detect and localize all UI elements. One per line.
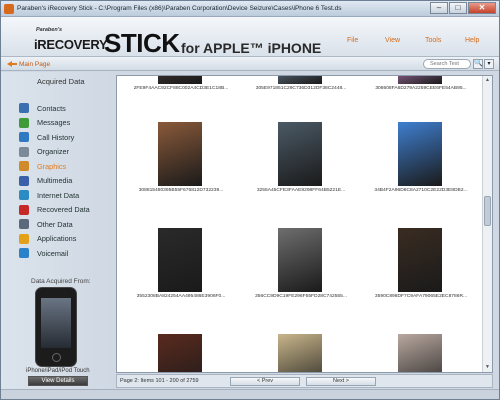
thumbnail-caption: 308815480395B55F676812D732239... [138, 188, 224, 193]
window-title: Paraben's iRecovery Stick - C:\Program F… [17, 5, 342, 12]
search-input[interactable] [423, 59, 471, 69]
sidebar-item-recovered-data[interactable]: Recovered Data [19, 203, 90, 218]
other-data-icon [19, 219, 29, 230]
graphics-icon [19, 161, 29, 172]
view-details-button[interactable]: View Details [28, 376, 88, 386]
page-info: Page 2: Items 101 - 200 of 2759 [120, 378, 199, 384]
sidebar-item-messages[interactable]: Messages [19, 116, 90, 131]
status-bar: Page 2: Items 101 - 200 of 2759 < Prev N… [116, 374, 493, 388]
scroll-up-icon[interactable]: ▲ [483, 76, 492, 85]
menu-file[interactable]: File [347, 37, 358, 44]
call-history-icon [19, 132, 29, 143]
contacts-icon [19, 103, 29, 114]
main-page-button[interactable]: Main Page [7, 59, 50, 69]
menu-help[interactable]: Help [465, 37, 479, 44]
thumbnail-panel: 2FE9F4AAC92CF88C002A4CD3E1C18B... 305E971… [116, 75, 493, 373]
thumbnail-caption: 2FE9F4AAC92CF88C002A4CD3E1C18B... [133, 86, 229, 91]
sidebar-item-graphics[interactable]: Graphics [19, 159, 90, 174]
logo-irecovery: iRECOVERY [34, 37, 108, 52]
acquired-from-label: Data Acquired From: [31, 278, 91, 285]
thumbnail-image[interactable] [158, 122, 202, 186]
search-dropdown-icon[interactable]: ▾ [484, 59, 494, 69]
sidebar-heading: Acquired Data [37, 77, 85, 86]
internet-data-icon [19, 190, 29, 201]
sidebar-item-organizer[interactable]: Organizer [19, 145, 90, 160]
prev-page-button[interactable]: < Prev [230, 377, 300, 386]
thumbnail-caption: 3552308BA824254AA495486E3906F0... [136, 294, 226, 299]
sidebar-item-voicemail[interactable]: Voicemail [19, 246, 90, 261]
multimedia-icon [19, 175, 29, 186]
sidebar-item-label: Internet Data [37, 190, 80, 200]
maximize-button[interactable]: □ [449, 2, 467, 14]
thumbnail-image[interactable] [398, 228, 442, 292]
vertical-scrollbar[interactable]: ▲ ▼ [482, 76, 492, 372]
logo-stick: STICK [104, 28, 180, 58]
main-page-label: Main Page [19, 60, 51, 68]
scroll-down-icon[interactable]: ▼ [483, 363, 492, 372]
sidebar-item-multimedia[interactable]: Multimedia [19, 174, 90, 189]
thumbnail-caption: 3590C898DF7C9AFA79065E2EC8786R... [374, 294, 468, 299]
messages-icon [19, 117, 29, 128]
thumbnail-image[interactable] [278, 334, 322, 372]
sidebar-item-label: Contacts [37, 103, 66, 113]
iphone-device-image [35, 287, 77, 367]
device-home-button [52, 353, 61, 362]
toolbar: Main Page 🔍 ▾ [1, 57, 499, 71]
thumbnail-image[interactable] [158, 228, 202, 292]
sidebar-item-label: Call History [37, 132, 75, 142]
thumbnail-image[interactable] [398, 122, 442, 186]
organizer-icon [19, 146, 29, 157]
thumbnail-image[interactable] [278, 228, 322, 292]
sidebar-nav: Contacts Messages Call History Organizer Gra… [19, 101, 90, 261]
thumbnail-caption: 308608FA6D279A2259CEE6FE54AB95... [375, 86, 467, 91]
recovered-data-icon [19, 204, 29, 215]
sidebar-item-applications[interactable]: Applications [19, 232, 90, 247]
app-header: Paraben's iRECOVERY STICK for APPLE™ iPH… [1, 17, 499, 57]
device-screen [41, 298, 71, 348]
sidebar-item-label: Recovered Data [37, 205, 90, 215]
sidebar-item-label: Messages [37, 118, 71, 128]
logo-brand: Paraben's [36, 27, 63, 33]
sidebar-item-label: Multimedia [37, 176, 73, 186]
back-arrow-icon [7, 60, 17, 68]
thumbnail-image[interactable] [158, 76, 202, 84]
window-controls: – □ ✕ [429, 2, 496, 15]
thumbnail-caption: 34B4F2A96D8C8A2710C2E22D3E8DB2... [374, 188, 468, 193]
device-label: iPhone/iPad/iPod Touch [26, 368, 90, 374]
next-page-button[interactable]: Next > [306, 377, 376, 386]
sidebar-item-internet-data[interactable]: Internet Data [19, 188, 90, 203]
thumbnail-image[interactable] [398, 76, 442, 84]
thumbnail-caption: 356CC9D9C19FE296F55FD28C742555... [255, 294, 347, 299]
thumbnail-caption: 305E971851C29C736D312DF38C2448... [255, 86, 347, 91]
sidebar-item-label: Organizer [37, 147, 70, 157]
sidebar-item-call-history[interactable]: Call History [19, 130, 90, 145]
app-icon [4, 4, 14, 14]
logo-subtitle: for APPLE™ iPHONE [181, 40, 322, 56]
voicemail-icon [19, 248, 29, 259]
thumbnail-image[interactable] [278, 122, 322, 186]
minimize-button[interactable]: – [430, 2, 448, 14]
thumbnail-image[interactable] [278, 76, 322, 84]
sidebar-item-label: Graphics [37, 161, 67, 171]
thumbnail-image[interactable] [398, 334, 442, 372]
sidebar-item-label: Applications [37, 234, 77, 244]
close-button[interactable]: ✕ [468, 2, 496, 14]
title-bar: Paraben's iRecovery Stick - C:\Program F… [1, 1, 499, 17]
bottom-border [1, 389, 499, 399]
thumbnail-image[interactable] [158, 334, 202, 372]
sidebar-item-other-data[interactable]: Other Data [19, 217, 90, 232]
thumbnail-caption: 3255A45CFE3FAAE8298FF64B5221E... [256, 188, 346, 193]
app-window: Paraben's iRecovery Stick - C:\Program F… [0, 0, 500, 400]
sidebar: Acquired Data Contacts Messages Call Histo… [1, 72, 113, 389]
menu-tools[interactable]: Tools [425, 37, 441, 44]
search-icon[interactable]: 🔍 [473, 59, 483, 69]
menu-view[interactable]: View [385, 37, 400, 44]
sidebar-item-contacts[interactable]: Contacts [19, 101, 90, 116]
scroll-thumb[interactable] [484, 196, 491, 226]
sidebar-item-label: Other Data [37, 219, 73, 229]
applications-icon [19, 233, 29, 244]
sidebar-item-label: Voicemail [37, 248, 69, 258]
